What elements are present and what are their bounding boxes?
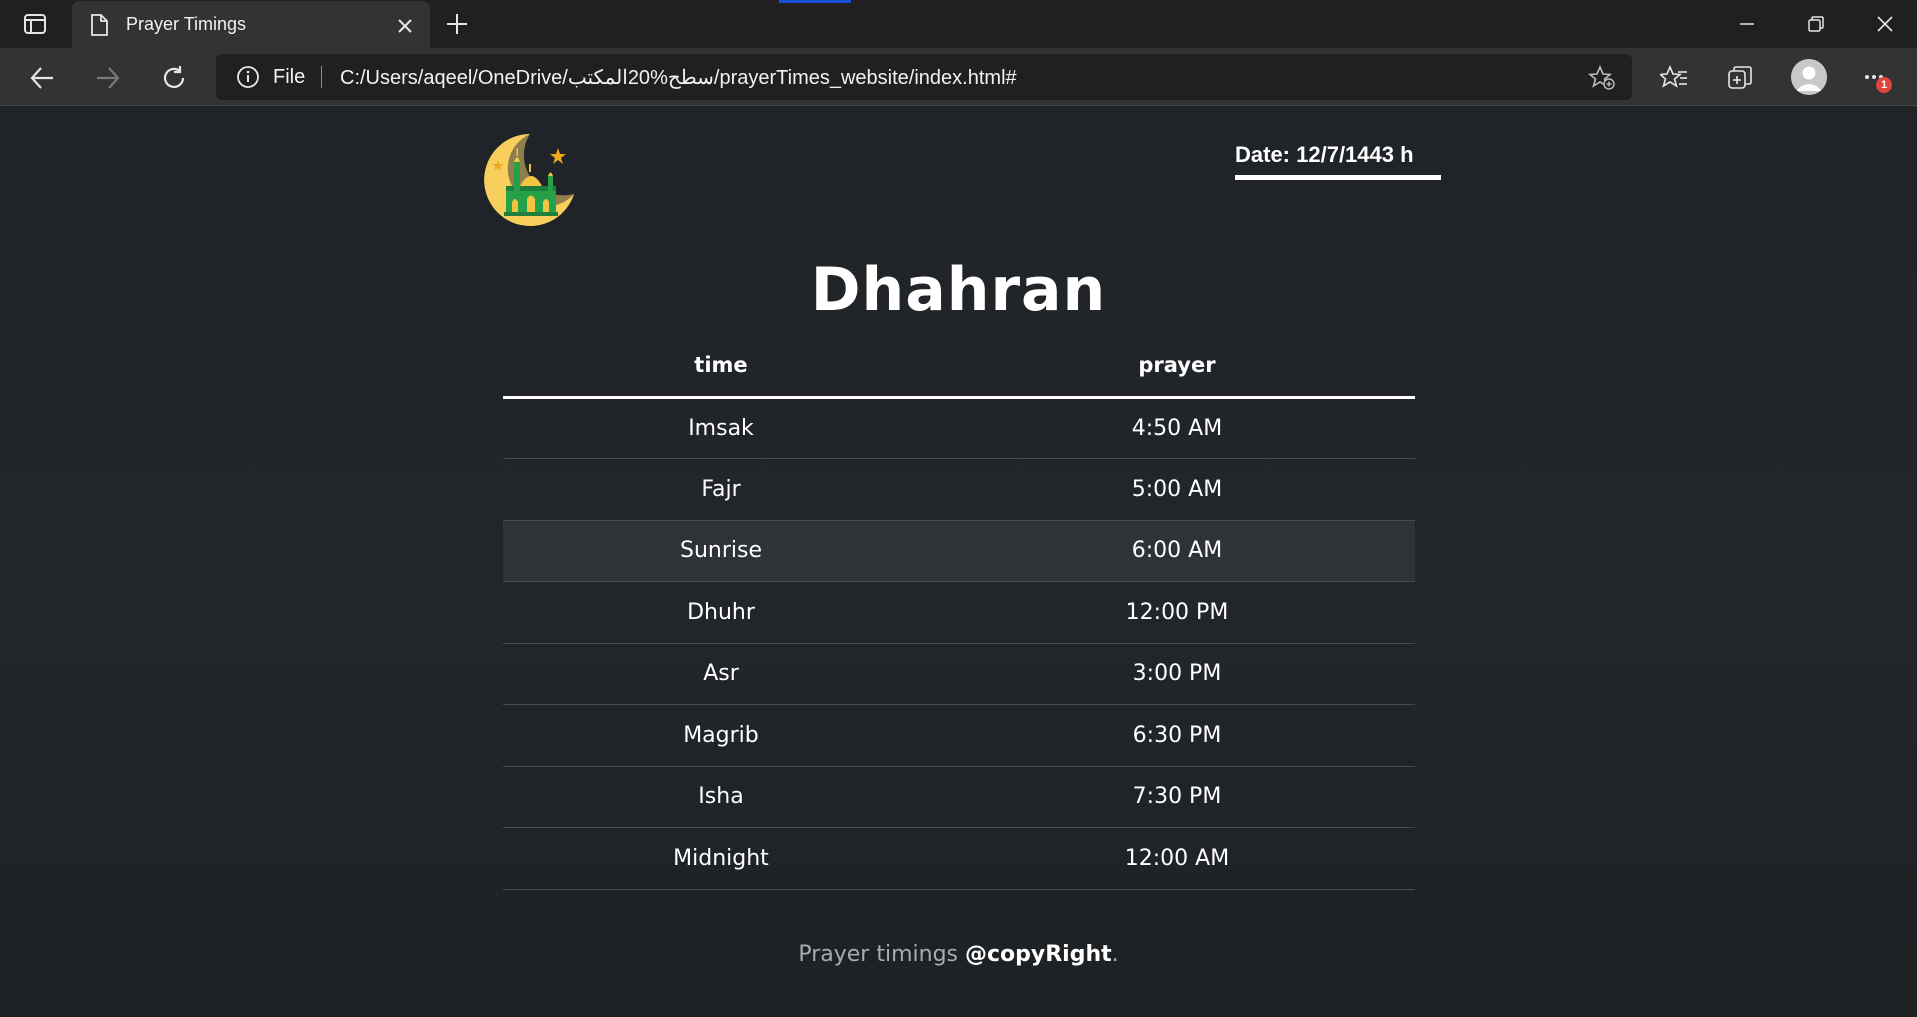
prayer-name: Dhuhr <box>503 581 939 644</box>
back-button[interactable] <box>25 61 59 95</box>
footer-period: . <box>1111 942 1119 967</box>
footer-copyright: @copyRight <box>965 942 1112 967</box>
tab-loading-indicator <box>779 0 851 3</box>
minimize-button[interactable] <box>1724 10 1770 38</box>
add-favorite-icon[interactable] <box>1588 65 1616 91</box>
crescent-mosque-logo <box>484 134 574 226</box>
table-row: Fajr 5:00 AM <box>503 458 1415 521</box>
close-icon[interactable] <box>392 13 418 39</box>
plus-icon[interactable] <box>442 9 472 39</box>
page-icon <box>91 14 108 36</box>
prayer-times-table: time prayer Imsak 4:50 AM Fajr 5:00 AM S… <box>503 335 1415 890</box>
prayer-name: Isha <box>503 766 939 828</box>
prayer-name: Magrib <box>503 704 939 767</box>
collections-icon <box>1728 66 1752 89</box>
prayer-name: Fajr <box>503 458 939 521</box>
window-close-button[interactable] <box>1862 10 1908 38</box>
profile-avatar[interactable] <box>1791 59 1827 95</box>
info-icon[interactable] <box>236 65 260 89</box>
address-scheme: File <box>273 66 306 88</box>
address-url[interactable]: C:/Users/aqeel/OneDrive/سطح%20المكتب/pra… <box>340 65 1017 90</box>
tab-actions-icon <box>24 14 46 34</box>
refresh-button[interactable] <box>157 61 191 95</box>
column-header-time: time <box>503 335 939 399</box>
browser-toolbar: File C:/Users/aqeel/OneDrive/سطح%20المكت… <box>0 48 1917 106</box>
forward-button[interactable] <box>91 61 125 95</box>
notification-badge: 1 <box>1876 77 1892 93</box>
tab-bar: Prayer Timings <box>0 0 1917 48</box>
more-menu-button[interactable]: 1 <box>1858 61 1898 95</box>
back-arrow-icon <box>30 67 53 89</box>
hijri-date: Date: 12/7/1443 h <box>1235 142 1441 180</box>
minimize-icon <box>1740 23 1754 25</box>
footer-text: Prayer timings <box>798 942 965 967</box>
prayer-time: 7:30 PM <box>938 766 1415 828</box>
prayer-name: Asr <box>503 643 939 705</box>
address-bar[interactable]: File C:/Users/aqeel/OneDrive/سطح%20المكت… <box>216 54 1632 100</box>
table-row: Magrib 6:30 PM <box>503 704 1415 767</box>
column-header-prayer: prayer <box>938 335 1415 399</box>
tab-title: Prayer Timings <box>126 14 247 34</box>
prayer-name: Sunrise <box>503 520 939 582</box>
table-row: Sunrise 6:00 AM <box>503 520 1415 582</box>
prayer-time: 5:00 AM <box>938 458 1415 521</box>
prayer-time: 4:50 AM <box>938 397 1415 459</box>
prayer-time: 12:00 PM <box>938 581 1415 644</box>
table-row: Dhuhr 12:00 PM <box>503 581 1415 644</box>
restore-button[interactable] <box>1793 10 1839 38</box>
tab-prayer-timings[interactable]: Prayer Timings <box>72 1 430 48</box>
collections-button[interactable] <box>1723 61 1757 95</box>
prayer-name: Midnight <box>503 827 939 890</box>
table-row: Isha 7:30 PM <box>503 766 1415 828</box>
page-viewport: Date: 12/7/1443 h Dhahran time prayer Im… <box>0 107 1917 1017</box>
city-title: Dhahran <box>810 255 1107 325</box>
forward-arrow-icon <box>97 67 120 89</box>
tab-actions-button[interactable] <box>18 11 52 37</box>
table-row: Midnight 12:00 AM <box>503 827 1415 890</box>
prayer-time: 3:00 PM <box>938 643 1415 705</box>
favorites-icon <box>1660 64 1687 88</box>
favorites-button[interactable] <box>1657 61 1691 95</box>
page-footer: Prayer timings @copyRight. <box>0 942 1917 967</box>
close-icon <box>1877 16 1893 32</box>
address-separator <box>321 66 322 88</box>
prayer-time: 12:00 AM <box>938 827 1415 890</box>
table-row: Imsak 4:50 AM <box>503 397 1415 459</box>
table-row: Asr 3:00 PM <box>503 643 1415 705</box>
prayer-time: 6:00 AM <box>938 520 1415 582</box>
profile-icon <box>1791 59 1827 95</box>
restore-icon <box>1808 16 1824 32</box>
table-header-row: time prayer <box>503 335 1415 399</box>
prayer-time: 6:30 PM <box>938 704 1415 767</box>
prayer-name: Imsak <box>503 397 939 459</box>
refresh-icon <box>163 66 185 89</box>
